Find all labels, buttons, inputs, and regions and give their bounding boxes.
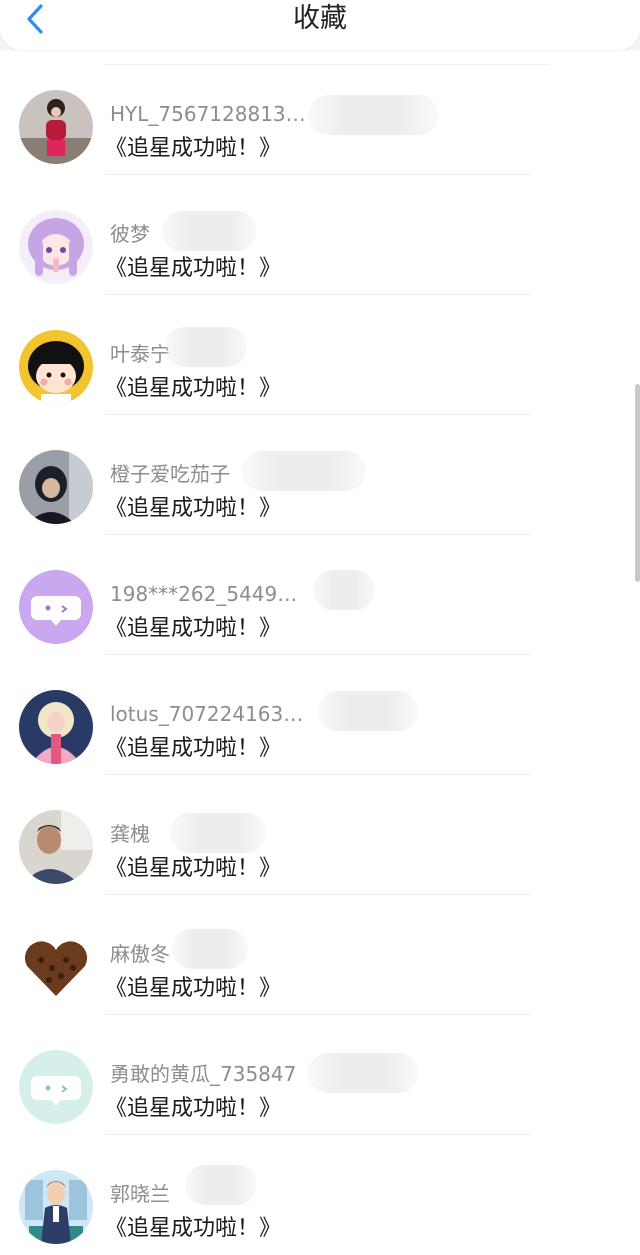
message-text: 《追星成功啦！》 <box>105 1096 282 1121</box>
message-text: 《追星成功啦！》 <box>105 736 282 761</box>
message-text: 《追星成功啦！》 <box>105 376 282 401</box>
user-name: 龚槐 <box>110 822 150 846</box>
user-name: 橙子爱吃茄子 <box>110 462 230 486</box>
user-name: 郭晓兰 <box>110 1182 170 1206</box>
list-item[interactable]: lotus_707224163… 《追星成功啦！》 <box>0 655 640 775</box>
anime-girl-avatar-icon <box>19 210 93 284</box>
scrollbar[interactable] <box>635 384 640 582</box>
redacted-info <box>165 327 247 367</box>
user-name: lotus_707224163… <box>110 702 304 726</box>
user-name: 彼梦 <box>110 222 150 246</box>
redacted-info <box>242 451 366 491</box>
user-name: 勇敢的黄瓜_735847 <box>110 1062 297 1086</box>
message-text: 《追星成功啦！》 <box>105 976 282 1001</box>
message-text: 《追星成功啦！》 <box>105 136 282 161</box>
redacted-info <box>172 929 248 969</box>
message-text: 《追星成功啦！》 <box>105 1216 282 1241</box>
list-item[interactable]: 彼梦 《追星成功啦！》 <box>0 175 640 295</box>
message-text: 《追星成功啦！》 <box>105 856 282 881</box>
photo-avatar-man-icon <box>19 810 93 884</box>
redacted-info <box>308 1053 418 1093</box>
list-item[interactable]: 麻傲冬 《追星成功啦！》 <box>0 895 640 1015</box>
cartoon-girl-avatar-icon <box>19 330 93 404</box>
message-text: 《追星成功啦！》 <box>105 496 282 521</box>
redacted-info <box>313 570 375 610</box>
coffee-heart-avatar-icon <box>19 930 93 1004</box>
cartoon-boy-avatar-icon <box>19 1170 93 1244</box>
user-name: 叶泰宁 <box>110 342 170 366</box>
redacted-info <box>308 95 438 135</box>
redacted-info <box>162 211 257 251</box>
photo-avatar-pink-icon <box>19 690 93 764</box>
user-name: 麻傲冬 <box>110 942 170 966</box>
photo-avatar-red-outfit-icon <box>19 90 93 164</box>
user-name: 198***262_5449… <box>110 582 298 606</box>
list-item[interactable]: 叶泰宁 《追星成功啦！》 <box>0 295 640 415</box>
list-item[interactable]: 198***262_5449… 《追星成功啦！》 <box>0 535 640 655</box>
list-item[interactable]: 龚槐 《追星成功啦！》 <box>0 775 640 895</box>
list-item[interactable]: 郭晓兰 《追星成功啦！》 <box>0 1135 640 1255</box>
message-text: 《追星成功啦！》 <box>105 256 282 281</box>
list-item[interactable]: 橙子爱吃茄子 《追星成功啦！》 <box>0 415 640 535</box>
photo-avatar-hoodie-icon <box>19 450 93 524</box>
user-name: HYL_7567128813… <box>110 102 306 126</box>
favorites-list[interactable]: HYL_7567128813… 《追星成功啦！》 彼梦 《追星成功啦！》 叶泰宁… <box>0 50 640 1255</box>
redacted-info <box>185 1165 257 1205</box>
redacted-info <box>318 691 418 731</box>
message-text: 《追星成功啦！》 <box>105 616 282 641</box>
default-chat-avatar-mint-icon <box>19 1050 93 1124</box>
redacted-info <box>170 813 266 853</box>
top-bar: 收藏 <box>0 0 640 50</box>
page-title: 收藏 <box>293 3 347 34</box>
default-chat-avatar-purple-icon <box>19 570 93 644</box>
list-item[interactable]: HYL_7567128813… 《追星成功啦！》 <box>0 55 640 175</box>
list-item[interactable]: 勇敢的黄瓜_735847 《追星成功啦！》 <box>0 1015 640 1135</box>
